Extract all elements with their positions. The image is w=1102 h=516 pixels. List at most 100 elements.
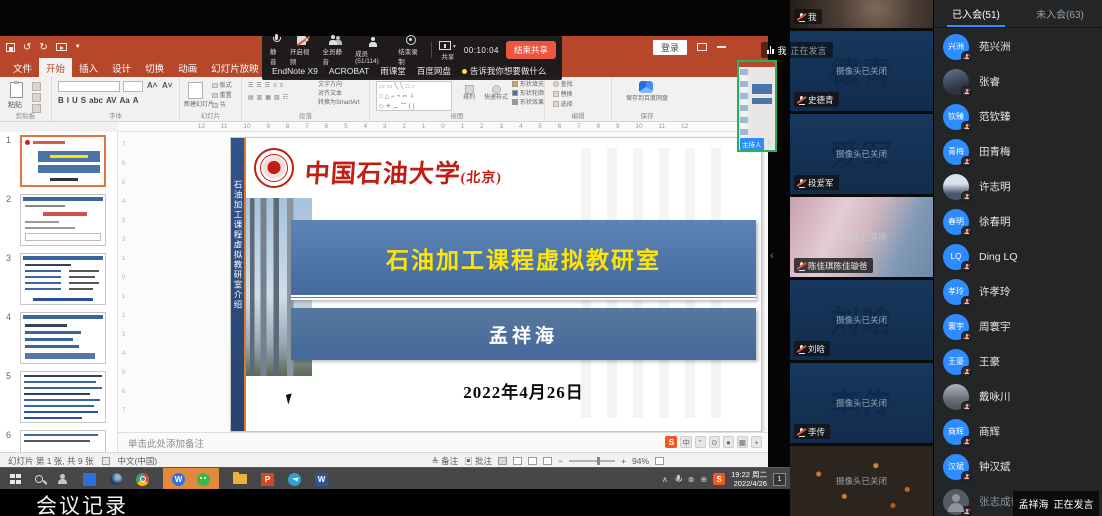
- ribbon-tab[interactable]: 文件: [6, 58, 39, 77]
- collapse-panel-icon[interactable]: ‹: [770, 250, 774, 262]
- participant-row[interactable]: 寰宇周寰宇: [934, 309, 1102, 344]
- people-app-icon[interactable]: [57, 474, 69, 484]
- zoom-level[interactable]: 94%: [632, 456, 649, 466]
- chrome-icon[interactable]: [136, 473, 149, 486]
- language-indicator[interactable]: 中文(中国): [118, 455, 158, 467]
- font-style-button[interactable]: B: [58, 96, 64, 105]
- ribbon-tab[interactable]: 百度网盘: [417, 65, 451, 77]
- ribbon-tab[interactable]: 幻灯片放映: [204, 58, 266, 77]
- participant-row[interactable]: 春明徐春明: [934, 204, 1102, 239]
- alignment-buttons[interactable]: ▤▥▦▧☷: [248, 94, 291, 102]
- list-buttons[interactable]: ☰☰☰≡≡: [248, 82, 286, 90]
- tell-me-box[interactable]: 告诉我你想要做什么: [462, 65, 547, 77]
- muted-mic-badge[interactable]: [961, 86, 972, 97]
- font-style-button[interactable]: S: [81, 96, 86, 105]
- muted-mic-badge[interactable]: [961, 506, 972, 516]
- slide-thumbnail-2[interactable]: [20, 194, 106, 246]
- notes-pane[interactable]: 单击此处添加备注 S 中”⊙●▦+: [118, 432, 768, 452]
- replace-button[interactable]: 替换: [553, 91, 573, 99]
- layout-button[interactable]: 版式: [212, 82, 232, 90]
- participant-row[interactable]: 戴咏川: [934, 379, 1102, 414]
- participant-row[interactable]: 张睿: [934, 64, 1102, 99]
- slide-thumbnail-1[interactable]: [20, 135, 106, 187]
- paste-label[interactable]: 粘贴: [8, 100, 22, 110]
- screen-share-preview[interactable]: 主持人: [737, 60, 777, 152]
- muted-mic-badge[interactable]: [961, 331, 972, 342]
- tab-joined[interactable]: 已入会(51): [934, 0, 1018, 27]
- zoom-out-icon[interactable]: −: [558, 456, 563, 466]
- start-button-icon[interactable]: [10, 474, 21, 485]
- stop-record-button[interactable]: 结束录制: [398, 34, 424, 66]
- arrange-button[interactable]: 排列: [458, 85, 480, 102]
- participant-row[interactable]: 许志明: [934, 169, 1102, 204]
- shape-fill-button[interactable]: 形状填充: [512, 81, 544, 89]
- video-tile[interactable]: 刘晗摄像头已关闭刘晗: [790, 280, 933, 360]
- notification-icon[interactable]: 1: [773, 473, 786, 486]
- ribbon-display-options-icon[interactable]: [697, 43, 707, 51]
- participant-row[interactable]: LQDing LQ: [934, 239, 1102, 274]
- paste-icon[interactable]: [10, 82, 23, 98]
- redo-icon[interactable]: ↻: [39, 42, 47, 53]
- reset-button[interactable]: 重置: [212, 92, 232, 100]
- app-tile-icon[interactable]: [83, 473, 96, 486]
- shrink-font-icon[interactable]: A˅: [162, 81, 172, 90]
- quick-access-more-icon[interactable]: ▼: [75, 44, 81, 50]
- ribbon-tab[interactable]: 插入: [72, 58, 105, 77]
- camera-button[interactable]: 开启视频: [290, 34, 316, 66]
- ribbon-tab[interactable]: 雨课堂: [380, 65, 406, 77]
- members-button[interactable]: 成员(51/114): [355, 36, 391, 65]
- baidu-pan-icon[interactable]: [639, 81, 653, 93]
- ribbon-tab[interactable]: EndNote X9: [272, 66, 318, 76]
- ime-tool-icon[interactable]: ▦: [737, 436, 748, 448]
- ribbon-tab[interactable]: ACROBAT: [329, 66, 369, 76]
- shape-effects-button[interactable]: 形状效果: [512, 99, 544, 107]
- slide-title-box[interactable]: 石油加工课程虚拟教研室: [291, 220, 756, 300]
- share-button[interactable]: ▼ 共享: [439, 39, 457, 61]
- cut-icon[interactable]: [32, 82, 41, 91]
- font-name-box[interactable]: [58, 81, 120, 92]
- slideshow-view-icon[interactable]: [543, 457, 552, 465]
- font-style-button[interactable]: U: [72, 96, 78, 105]
- participant-row[interactable]: 汉斌钟汉斌: [934, 449, 1102, 484]
- ribbon-tab[interactable]: 切换: [138, 58, 171, 77]
- muted-mic-badge[interactable]: [961, 471, 972, 482]
- font-style-button[interactable]: abc: [89, 96, 103, 105]
- normal-view-icon[interactable]: [498, 457, 507, 465]
- mute-button[interactable]: 静音: [270, 34, 283, 66]
- text-direction-button[interactable]: 文字方向: [318, 81, 342, 89]
- align-text-button[interactable]: 对齐文本: [318, 90, 342, 98]
- telegram-icon[interactable]: [288, 473, 301, 486]
- ime-tool-icon[interactable]: 中: [680, 436, 692, 448]
- participant-row[interactable]: 兴洲苑兴洲: [934, 29, 1102, 64]
- login-button[interactable]: 登录: [653, 40, 687, 55]
- zoom-in-icon[interactable]: +: [621, 456, 626, 466]
- shape-outline-button[interactable]: 形状轮廓: [512, 90, 544, 98]
- minimize-icon[interactable]: [717, 46, 726, 48]
- muted-mic-badge[interactable]: [961, 436, 972, 447]
- participant-list[interactable]: 兴洲苑兴洲张睿钦臻范钦臻青梅田青梅许志明春明徐春明LQDing LQ孝玲许孝玲寰…: [934, 29, 1102, 516]
- video-tile[interactable]: 摄像头已关闭: [790, 446, 933, 516]
- muted-mic-badge[interactable]: [961, 366, 972, 377]
- save-to-pan-button[interactable]: 保存到百度网盘: [618, 95, 676, 103]
- search-icon[interactable]: [35, 475, 43, 483]
- start-slideshow-icon[interactable]: [56, 43, 67, 51]
- muted-mic-badge[interactable]: [961, 121, 972, 132]
- tray-sogou-icon[interactable]: S: [713, 473, 725, 485]
- new-slide-label[interactable]: 新建幻灯片: [184, 101, 210, 109]
- participant-row[interactable]: 王豪王豪: [934, 344, 1102, 379]
- video-tile[interactable]: 李传摄像头已关闭李传: [790, 363, 933, 443]
- muted-mic-badge[interactable]: [961, 51, 972, 62]
- ime-tool-icon[interactable]: ●: [723, 436, 734, 448]
- ime-tool-icon[interactable]: +: [751, 436, 762, 448]
- slide-thumbnail-3[interactable]: [20, 253, 106, 305]
- font-style-button[interactable]: Aa: [119, 96, 129, 105]
- font-style-button[interactable]: I: [67, 96, 69, 105]
- fit-to-window-icon[interactable]: [655, 457, 664, 465]
- ime-tool-icon[interactable]: ⊙: [709, 436, 720, 448]
- tray-microphone-icon[interactable]: [674, 474, 681, 483]
- undo-icon[interactable]: ↺: [23, 42, 31, 53]
- shape-gallery[interactable]: ▭▭╲╲□○□△⌐¬⇦⇩◇✳︵︶{}: [376, 81, 452, 111]
- muted-mic-badge[interactable]: [961, 156, 972, 167]
- slide-author-box[interactable]: 孟祥海: [291, 308, 756, 360]
- zoom-slider[interactable]: [569, 460, 615, 462]
